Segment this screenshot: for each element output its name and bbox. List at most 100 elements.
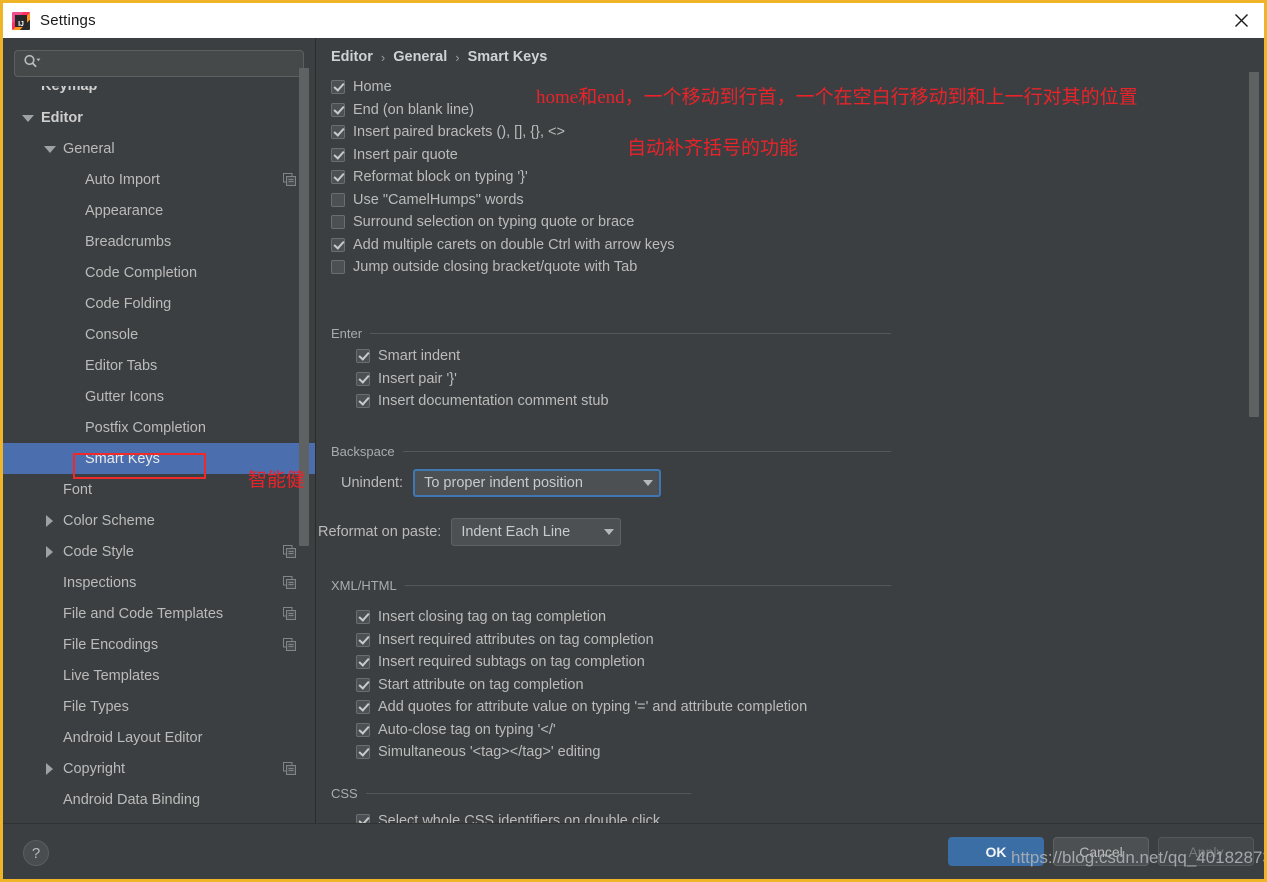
settings-sidebar: Keymap Editor General Auto Import Appearance… bbox=[3, 38, 316, 823]
checkbox-checked-icon[interactable] bbox=[331, 147, 345, 162]
checkbox-checked-icon[interactable] bbox=[356, 677, 370, 692]
breadcrumb-item-editor[interactable]: Editor bbox=[331, 49, 373, 65]
settings-tree[interactable]: Keymap Editor General Auto Import Appearance… bbox=[3, 86, 315, 823]
checkbox-checked-icon[interactable] bbox=[356, 610, 370, 625]
checkbox-checked-icon[interactable] bbox=[356, 371, 370, 386]
checkbox-row[interactable]: Smart indent bbox=[356, 345, 609, 368]
sidebar-item-copyright[interactable]: Copyright bbox=[3, 753, 315, 784]
sidebar-item-label: Code Style bbox=[63, 543, 134, 560]
checkbox-checked-icon[interactable] bbox=[331, 170, 345, 185]
checkbox-row[interactable]: Start attribute on tag completion bbox=[356, 674, 807, 697]
checkbox-row[interactable]: Insert pair quote bbox=[331, 144, 1251, 167]
checkbox-checked-icon[interactable] bbox=[356, 722, 370, 737]
sidebar-item-live-templates[interactable]: Live Templates bbox=[3, 660, 315, 691]
checkbox-row[interactable]: Use "CamelHumps" words bbox=[331, 189, 1251, 212]
checkbox-row[interactable]: Add multiple carets on double Ctrl with … bbox=[331, 234, 1251, 257]
sidebar-item-code-style[interactable]: Code Style bbox=[3, 536, 315, 567]
sidebar-item-android-layout-editor[interactable]: Android Layout Editor bbox=[3, 722, 315, 753]
sidebar-item-editor-tabs[interactable]: Editor Tabs bbox=[3, 350, 315, 381]
checkbox-unchecked-icon[interactable] bbox=[331, 260, 345, 275]
sidebar-item-android-data-binding[interactable]: Android Data Binding bbox=[3, 784, 315, 815]
checkbox-label: Home bbox=[353, 79, 392, 96]
checkbox-row[interactable]: Auto-close tag on typing '</' bbox=[356, 719, 807, 742]
cancel-button[interactable]: Cancel bbox=[1053, 837, 1149, 866]
checkbox-label: Add quotes for attribute value on typing… bbox=[378, 699, 808, 716]
checkbox-unchecked-icon[interactable] bbox=[331, 215, 345, 230]
checkbox-row[interactable]: Select whole CSS identifiers on double c… bbox=[356, 810, 660, 823]
checkbox-checked-icon[interactable] bbox=[356, 349, 370, 364]
reformat-on-paste-dropdown[interactable]: Indent Each Line bbox=[451, 518, 622, 546]
checkbox-label: Insert required subtags on tag completio… bbox=[378, 654, 645, 671]
chevron-right-icon: › bbox=[455, 49, 460, 65]
checkbox-row[interactable]: Jump outside closing bracket/quote with … bbox=[331, 256, 1251, 279]
sidebar-item-auto-import[interactable]: Auto Import bbox=[3, 164, 315, 195]
search-box[interactable] bbox=[14, 50, 304, 77]
sidebar-item-console[interactable]: Console bbox=[3, 319, 315, 350]
chevron-right-icon[interactable] bbox=[43, 514, 57, 528]
checkbox-unchecked-icon[interactable] bbox=[331, 192, 345, 207]
sidebar-item-keymap[interactable]: Keymap bbox=[3, 86, 315, 102]
breadcrumb-item-general[interactable]: General bbox=[393, 49, 447, 65]
chevron-right-icon[interactable] bbox=[43, 762, 57, 776]
checkbox-checked-icon[interactable] bbox=[356, 655, 370, 670]
sidebar-item-file-encodings[interactable]: File Encodings bbox=[3, 629, 315, 660]
checkbox-label: Surround selection on typing quote or br… bbox=[353, 214, 635, 231]
checkbox-checked-icon[interactable] bbox=[356, 745, 370, 760]
sidebar-item-editor[interactable]: Editor bbox=[3, 102, 315, 133]
checkbox-row[interactable]: Insert closing tag on tag completion bbox=[356, 606, 807, 629]
close-icon[interactable] bbox=[1218, 3, 1264, 38]
sidebar-item-label: Copyright bbox=[63, 760, 126, 777]
unindent-dropdown[interactable]: To proper indent position bbox=[413, 469, 662, 497]
checkbox-row[interactable]: Insert pair '}' bbox=[356, 368, 609, 391]
sidebar-item-smart-keys[interactable]: Smart Keys bbox=[3, 443, 315, 474]
sidebar-item-color-scheme[interactable]: Color Scheme bbox=[3, 505, 315, 536]
checkbox-row[interactable]: Insert paired brackets (), [], {}, <> bbox=[331, 121, 1251, 144]
help-button[interactable]: ? bbox=[23, 840, 49, 866]
search-input[interactable] bbox=[41, 55, 303, 72]
sidebar-item-breadcrumbs[interactable]: Breadcrumbs bbox=[3, 226, 315, 257]
checkbox-checked-icon[interactable] bbox=[331, 80, 345, 95]
checkbox-checked-icon[interactable] bbox=[331, 125, 345, 140]
main-scrollbar-thumb[interactable] bbox=[1249, 72, 1259, 417]
chevron-down-icon bbox=[643, 480, 654, 486]
checkbox-checked-icon[interactable] bbox=[356, 632, 370, 647]
checkbox-checked-icon[interactable] bbox=[331, 102, 345, 117]
sidebar-item-font[interactable]: Font bbox=[3, 474, 315, 505]
checkbox-checked-icon[interactable] bbox=[356, 700, 370, 715]
checkbox-row[interactable]: Insert required subtags on tag completio… bbox=[356, 651, 807, 674]
sidebar-item-file-and-code-templates[interactable]: File and Code Templates bbox=[3, 598, 315, 629]
checkbox-checked-icon[interactable] bbox=[356, 814, 370, 823]
checkbox-checked-icon[interactable] bbox=[331, 237, 345, 252]
sidebar-item-inspections[interactable]: Inspections bbox=[3, 567, 315, 598]
checkbox-row[interactable]: Surround selection on typing quote or br… bbox=[331, 211, 1251, 234]
sidebar-item-appearance[interactable]: Appearance bbox=[3, 195, 315, 226]
checkbox-row[interactable]: End (on blank line) bbox=[331, 99, 1251, 122]
sidebar-item-gutter-icons[interactable]: Gutter Icons bbox=[3, 381, 315, 412]
reformat-on-paste-value: Indent Each Line bbox=[461, 524, 571, 540]
checkbox-row[interactable]: Add quotes for attribute value on typing… bbox=[356, 696, 807, 719]
checkbox-row[interactable]: Insert required attributes on tag comple… bbox=[356, 629, 807, 652]
intellij-idea-icon: IJ bbox=[12, 11, 30, 30]
copy-settings-icon bbox=[283, 173, 296, 186]
xmlhtml-option-list: Insert closing tag on tag completion Inse… bbox=[331, 606, 807, 764]
checkbox-label: Use "CamelHumps" words bbox=[353, 191, 524, 208]
breadcrumb-item-smart-keys[interactable]: Smart Keys bbox=[468, 49, 548, 65]
chevron-down-icon[interactable] bbox=[43, 142, 57, 156]
checkbox-row[interactable]: Simultaneous '<tag></tag>' editing bbox=[356, 741, 807, 764]
sidebar-item-code-folding[interactable]: Code Folding bbox=[3, 288, 315, 319]
sidebar-item-general[interactable]: General bbox=[3, 133, 315, 164]
checkbox-row[interactable]: Reformat block on typing '}' bbox=[331, 166, 1251, 189]
checkbox-checked-icon[interactable] bbox=[356, 394, 370, 409]
sidebar-item-file-types[interactable]: File Types bbox=[3, 691, 315, 722]
chevron-down-icon[interactable] bbox=[21, 111, 35, 125]
checkbox-row[interactable]: Insert documentation comment stub bbox=[356, 390, 609, 413]
sidebar-item-postfix-completion[interactable]: Postfix Completion bbox=[3, 412, 315, 443]
chevron-right-icon[interactable] bbox=[43, 545, 57, 559]
sidebar-item-code-completion[interactable]: Code Completion bbox=[3, 257, 315, 288]
ok-button[interactable]: OK bbox=[948, 837, 1044, 866]
sidebar-scrollbar-thumb[interactable] bbox=[299, 68, 309, 546]
checkbox-row[interactable]: Home bbox=[331, 76, 1251, 99]
sidebar-item-label: Android Layout Editor bbox=[63, 729, 203, 746]
copy-settings-icon bbox=[283, 762, 296, 775]
